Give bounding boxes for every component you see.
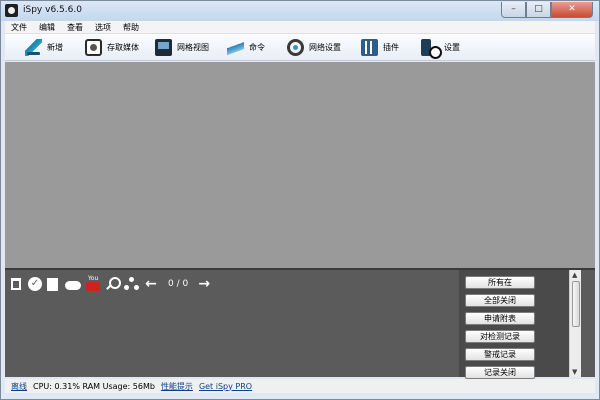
menu-help[interactable]: 帮助 xyxy=(123,22,139,33)
window-title: iSpy v6.5.6.0 xyxy=(23,5,82,15)
hierarchy-icon[interactable] xyxy=(124,277,138,291)
menu-bar: 文件 编辑 查看 选项 帮助 xyxy=(5,21,595,34)
action-close-all-button[interactable]: 全部关闭 xyxy=(465,294,535,307)
plugin-icon xyxy=(361,38,378,56)
close-button[interactable]: ✕ xyxy=(551,2,593,18)
scroll-up-icon[interactable]: ▲ xyxy=(572,271,577,279)
action-alert-record-button[interactable]: 警戒记录 xyxy=(465,348,535,361)
network-settings-button[interactable]: 网络设置 xyxy=(287,38,341,56)
menu-view[interactable]: 查看 xyxy=(67,22,83,33)
bottom-panel: ✓ You ← 0 / 0 → 所有在 全部关闭 申请附表 对检测记录 警戒记录… xyxy=(5,268,595,379)
youtube-box xyxy=(86,282,100,291)
title-bar: iSpy v6.5.6.0 – □ ✕ xyxy=(1,1,599,21)
minimize-button[interactable]: – xyxy=(501,2,526,18)
media-icon xyxy=(85,38,102,56)
cloud-upload-icon[interactable] xyxy=(65,281,81,290)
scroll-down-icon[interactable]: ▼ xyxy=(572,368,577,376)
settings-label: 设置 xyxy=(444,42,460,52)
menu-edit[interactable]: 编辑 xyxy=(39,22,55,33)
page-counter: 0 / 0 xyxy=(168,279,189,289)
main-toolbar: 新增 存取媒体 网格视图 命令 网络设置 插件 设置 xyxy=(5,34,595,61)
action-panel: 所有在 全部关闭 申请附表 对检测记录 警戒记录 记录关闭 ▲ ▼ xyxy=(459,270,581,379)
action-apply-schedule-button[interactable]: 申请附表 xyxy=(465,312,535,325)
youtube-icon[interactable]: You xyxy=(86,276,100,292)
search-icon[interactable] xyxy=(105,277,121,291)
grid-view-label: 网格视图 xyxy=(177,42,209,52)
action-detection-record-button[interactable]: 对检测记录 xyxy=(465,330,535,343)
maximize-button[interactable]: □ xyxy=(526,2,551,18)
menu-options[interactable]: 选项 xyxy=(95,22,111,33)
grid-view-icon xyxy=(155,38,172,56)
app-window: iSpy v6.5.6.0 – □ ✕ 文件 编辑 查看 选项 帮助 新增 存取… xyxy=(0,0,600,400)
add-button[interactable]: 新增 xyxy=(25,38,63,56)
network-settings-icon xyxy=(287,38,304,56)
delete-icon[interactable] xyxy=(11,278,21,290)
offline-link[interactable]: 离线 xyxy=(11,381,27,392)
command-label: 命令 xyxy=(249,42,265,52)
archive-icon[interactable] xyxy=(47,277,58,291)
menu-file[interactable]: 文件 xyxy=(11,22,27,33)
prev-arrow-icon[interactable]: ← xyxy=(143,277,159,291)
window-controls: – □ ✕ xyxy=(501,2,593,18)
action-all-on-button[interactable]: 所有在 xyxy=(465,276,535,289)
settings-button[interactable]: 设置 xyxy=(421,38,460,59)
settings-icon xyxy=(421,38,442,59)
action-list: 所有在 全部关闭 申请附表 对检测记录 警戒记录 记录关闭 xyxy=(459,276,537,384)
next-arrow-icon[interactable]: → xyxy=(196,277,212,291)
action-scrollbar[interactable]: ▲ ▼ xyxy=(569,270,581,377)
get-pro-link[interactable]: Get iSpy PRO xyxy=(199,382,252,391)
grid-view-button[interactable]: 网格视图 xyxy=(155,38,209,56)
plugin-button[interactable]: 插件 xyxy=(361,38,399,56)
command-button[interactable]: 命令 xyxy=(227,38,265,56)
perf-tips-link[interactable]: 性能提示 xyxy=(161,381,193,392)
camera-view-area[interactable] xyxy=(5,62,595,268)
add-camera-icon xyxy=(25,38,42,56)
status-bar: 离线 CPU: 0.31% RAM Usage: 56Mb 性能提示 Get i… xyxy=(5,379,595,393)
check-icon[interactable]: ✓ xyxy=(28,277,42,291)
plugin-label: 插件 xyxy=(383,42,399,52)
media-toolbar: ✓ You ← 0 / 0 → xyxy=(9,276,217,292)
network-settings-label: 网络设置 xyxy=(309,42,341,52)
app-logo-icon xyxy=(5,4,18,17)
media-label: 存取媒体 xyxy=(107,42,139,52)
scroll-thumb[interactable] xyxy=(572,281,580,327)
action-record-off-button[interactable]: 记录关闭 xyxy=(465,366,535,379)
add-label: 新增 xyxy=(47,42,63,52)
command-icon xyxy=(227,38,244,56)
resource-usage: CPU: 0.31% RAM Usage: 56Mb xyxy=(33,381,155,391)
media-button[interactable]: 存取媒体 xyxy=(85,38,139,56)
